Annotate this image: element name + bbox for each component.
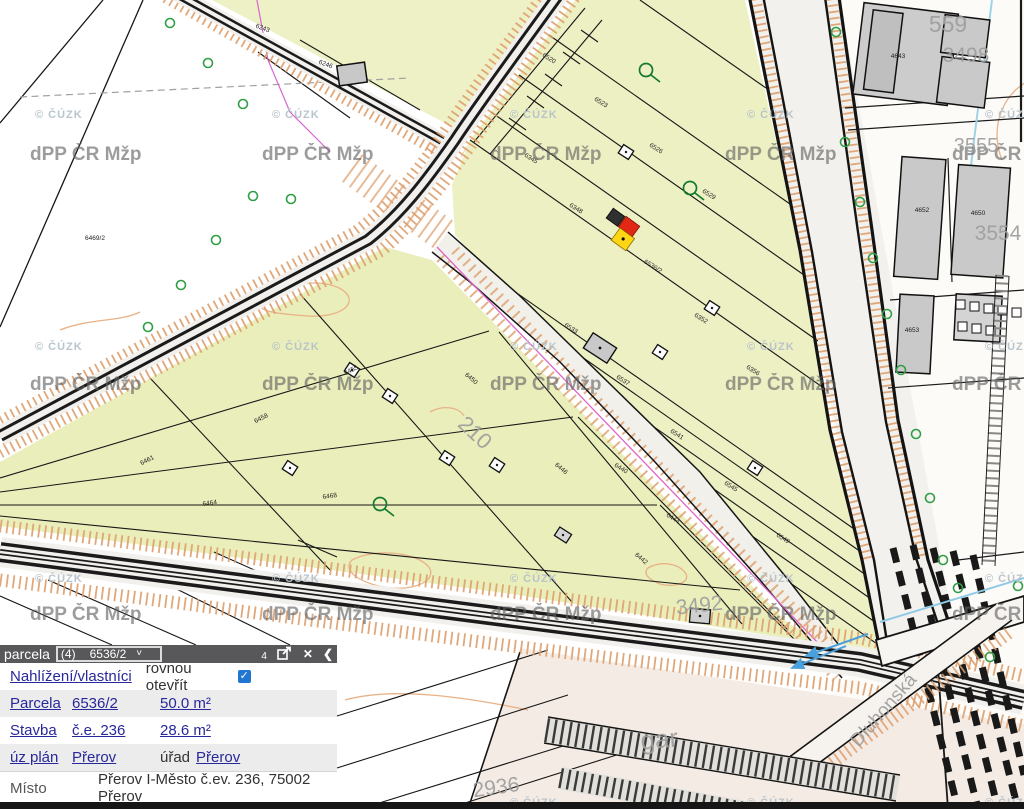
svg-text:dPP ČR Mžp: dPP ČR Mžp [30, 143, 142, 165]
window-count-badge: 4 [261, 651, 267, 662]
dropdown-count: (4) [61, 647, 76, 661]
svg-text:dPP ČR Mžp: dPP ČR Mžp [725, 373, 837, 395]
svg-text:3498: 3498 [943, 44, 990, 67]
rovnou-otevrit-checkbox[interactable]: ✓ [238, 670, 251, 683]
svg-text:dPP ČR Mžp: dPP ČR Mžp [30, 603, 142, 625]
svg-text:© ČÚZK: © ČÚZK [35, 340, 83, 353]
svg-text:dPP ČR Mžp: dPP ČR Mžp [262, 603, 374, 625]
svg-text:© ČÚZK: © ČÚZK [510, 572, 558, 585]
svg-text:gar: gar [639, 722, 679, 755]
svg-text:dPP ČR Mžp: dPP ČR Mžp [262, 143, 374, 165]
stavba-area-link[interactable]: 28.6 m² [160, 722, 211, 739]
svg-text:dPP ČR Mžp: dPP ČR Mžp [952, 603, 1024, 625]
map-viewer: dPP ČR Mžp dPP ČR Mžp dPP ČR Mžp dPP ČR Mžp… [0, 0, 1024, 809]
svg-text:© ČÚZK: © ČÚZK [35, 108, 83, 121]
misto-value: Přerov I-Město č.ev. 236, 75002 Přerov [98, 771, 337, 805]
svg-text:dPP ČR Mžp: dPP ČR Mžp [262, 373, 374, 395]
nahlizeni-vlastnici-link[interactable]: Nahlížení/vlastníci [10, 668, 132, 685]
row-misto: Místo Přerov I-Město č.ev. 236, 75002 Př… [0, 771, 337, 804]
row-nahlizeni: Nahlížení/vlastníci rovnou otevřít ✓ [0, 663, 337, 690]
panel-header-icons: 4 ✕ ❮ [261, 647, 333, 661]
svg-text:© ČÚZK: © ČÚZK [747, 108, 795, 121]
parcela-number-link[interactable]: 6536/2 [72, 695, 118, 712]
info-panel: parcela (4) 6536/2 ˅ 4 ✕ ❮ Nahlížení/vla… [0, 645, 337, 804]
svg-text:© ČÚZK: © ČÚZK [985, 572, 1024, 585]
parcela-area-link[interactable]: 50.0 m² [160, 695, 211, 712]
svg-text:3554: 3554 [975, 222, 1022, 245]
bottom-edge-bar [0, 802, 1024, 809]
svg-text:dPP ČR Mžp: dPP ČR Mžp [725, 603, 837, 625]
svg-text:© ČÚZK: © ČÚZK [272, 340, 320, 353]
misto-label: Místo [10, 780, 72, 797]
urad-label: úřad [160, 749, 190, 766]
uz-plan-city-link[interactable]: Přerov [72, 749, 116, 766]
row-uzplan: úz plán Přerov úřad Přerov [0, 744, 337, 771]
dropdown-value: 6536/2 [90, 647, 127, 661]
stavba-link[interactable]: Stavba [10, 722, 57, 739]
share-icon[interactable] [277, 646, 293, 660]
row-parcela: Parcela 6536/2 50.0 m² [0, 690, 337, 717]
row-stavba: Stavba č.e. 236 28.6 m² [0, 717, 337, 744]
rovnou-otevrit-label: rovnou otevřít [146, 660, 232, 694]
svg-text:559: 559 [929, 11, 967, 37]
svg-text:4652: 4652 [915, 207, 930, 214]
collapse-icon[interactable]: ❮ [323, 647, 333, 661]
svg-text:© ČÚZK: © ČÚZK [272, 572, 320, 585]
urad-city-link[interactable]: Přerov [196, 749, 240, 766]
svg-text:4643: 4643 [891, 53, 906, 60]
svg-text:4650: 4650 [971, 210, 986, 217]
svg-text:© ČÚZK: © ČÚZK [510, 108, 558, 121]
svg-text:dPP ČR Mžp: dPP ČR Mžp [490, 373, 602, 395]
panel-title: parcela [4, 646, 50, 662]
svg-text:© ČÚZK: © ČÚZK [747, 572, 795, 585]
close-icon[interactable]: ✕ [303, 647, 313, 661]
svg-text:6469/2: 6469/2 [85, 235, 105, 242]
svg-text:4653: 4653 [905, 327, 920, 334]
svg-text:© ČÚZK: © ČÚZK [747, 340, 795, 353]
svg-text:© ČÚZK: © ČÚZK [985, 340, 1024, 353]
parcela-link[interactable]: Parcela [10, 695, 61, 712]
stavba-number-link[interactable]: č.e. 236 [72, 722, 125, 739]
svg-text:3555: 3555 [954, 135, 999, 157]
svg-text:dPP ČR Mžp: dPP ČR Mžp [490, 603, 602, 625]
svg-text:dPP ČR Mžp: dPP ČR Mžp [725, 143, 837, 165]
chevron-down-icon: ˅ [136, 649, 142, 659]
svg-text:© ČÚZK: © ČÚZK [510, 340, 558, 353]
svg-text:© ČÚZK: © ČÚZK [272, 108, 320, 121]
svg-text:© ČÚZK: © ČÚZK [35, 572, 83, 585]
svg-text:dPP ČR Mžp: dPP ČR Mžp [30, 373, 142, 395]
svg-text:3492: 3492 [675, 592, 724, 620]
svg-text:© ČÚZK: © ČÚZK [985, 108, 1024, 121]
uz-plan-link[interactable]: úz plán [10, 749, 58, 766]
svg-text:dPP ČR Mžp: dPP ČR Mžp [490, 143, 602, 165]
svg-text:dPP ČR Mžp: dPP ČR Mžp [952, 373, 1024, 395]
